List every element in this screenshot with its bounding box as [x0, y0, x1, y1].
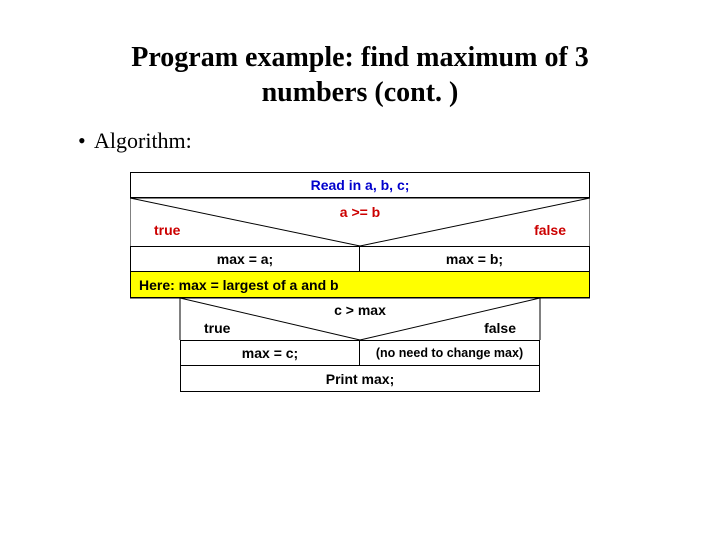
branch1-left: max = a; [131, 247, 360, 271]
decision1-true: true [154, 222, 180, 238]
decision2-false: false [484, 320, 516, 336]
branch2-left-text: max = c; [242, 345, 298, 361]
decision1-false: false [534, 222, 566, 238]
branch2-right-text: (no need to change max) [376, 346, 523, 360]
flow-note: Here: max = largest of a and b [130, 272, 590, 298]
flow-print-row: Print max; [180, 366, 540, 392]
flow-decision-2: true c > max false [130, 298, 590, 340]
branch2-left: max = c; [181, 341, 360, 365]
branch2-right: (no need to change max) [360, 341, 539, 365]
flow-branch-2: max = c; (no need to change max) [180, 340, 540, 366]
title-line-2: numbers (cont. ) [262, 77, 459, 108]
bullet-algorithm: •Algorithm: [0, 128, 720, 154]
branch1-left-text: max = a; [217, 251, 273, 267]
flow-read-text: Read in a, b, c; [131, 177, 589, 193]
flow-print-text: Print max; [181, 371, 539, 387]
slide-title: Program example: find maximum of 3 numbe… [0, 0, 720, 128]
flow-read-row: Read in a, b, c; [130, 172, 590, 198]
flow-note-text: Here: max = largest of a and b [139, 277, 339, 293]
branch1-right-text: max = b; [446, 251, 503, 267]
flow-branch-1: max = a; max = b; [130, 246, 590, 272]
bullet-dot: • [78, 128, 94, 154]
title-line-1: Program example: find maximum of 3 [131, 42, 589, 73]
flow-decision-1: true a >= b false [130, 198, 590, 246]
bullet-text: Algorithm: [94, 128, 192, 153]
decision2-cond: c > max [334, 302, 386, 318]
flowchart: Read in a, b, c; true a >= b false max =… [130, 172, 590, 392]
branch1-right: max = b; [360, 247, 589, 271]
decision1-cond: a >= b [340, 204, 380, 220]
decision2-true: true [204, 320, 230, 336]
